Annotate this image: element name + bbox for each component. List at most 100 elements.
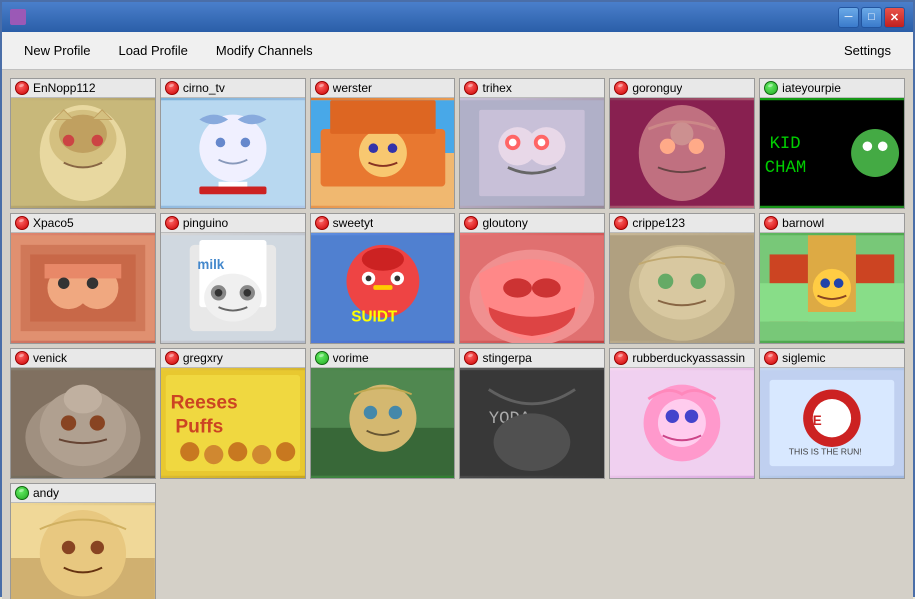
- channel-label-crippe123: crippe123: [610, 214, 754, 233]
- channel-thumb-vorime: [311, 368, 455, 478]
- channel-label-ennopp112: EnNopp112: [11, 79, 155, 98]
- svg-text:SUIDT: SUIDT: [351, 309, 398, 326]
- channel-label-sweetyt: sweetyt: [311, 214, 455, 233]
- status-icon-sweetyt: [315, 216, 329, 230]
- channel-thumb-sweetyt: SUIDT: [311, 233, 455, 343]
- channel-card-siglemic[interactable]: siglemic E THIS IS THE RUN!: [759, 348, 905, 479]
- status-icon-iateyourpie: [764, 81, 778, 95]
- channel-name-werster: werster: [333, 81, 372, 95]
- channel-card-andy[interactable]: andy: [10, 483, 156, 599]
- svg-text:KID: KID: [770, 135, 801, 154]
- maximize-button[interactable]: □: [861, 7, 882, 28]
- channel-label-rubberduckyassassin: rubberduckyassassin: [610, 349, 754, 368]
- status-icon-andy: [15, 486, 29, 500]
- channel-card-trihex[interactable]: trihex: [459, 78, 605, 209]
- channel-card-crippe123[interactable]: crippe123: [609, 213, 755, 344]
- svg-text:E: E: [813, 413, 822, 428]
- channel-thumb-siglemic: E THIS IS THE RUN!: [760, 368, 904, 478]
- channel-name-crippe123: crippe123: [632, 216, 685, 230]
- channel-card-werster[interactable]: werster: [310, 78, 456, 209]
- channel-thumb-pinguino: milk: [161, 233, 305, 343]
- status-icon-venick: [15, 351, 29, 365]
- channel-name-venick: venick: [33, 351, 67, 365]
- modify-channels-menu[interactable]: Modify Channels: [202, 37, 327, 64]
- channel-card-ennopp112[interactable]: EnNopp112: [10, 78, 156, 209]
- channel-thumb-xpaco5: [11, 233, 155, 343]
- channel-name-siglemic: siglemic: [782, 351, 825, 365]
- channel-name-stingerpa: stingerpa: [482, 351, 531, 365]
- channel-label-barnowl: barnowl: [760, 214, 904, 233]
- channel-name-ennopp112: EnNopp112: [33, 81, 96, 95]
- channel-name-rubberduckyassassin: rubberduckyassassin: [632, 351, 745, 365]
- channel-label-trihex: trihex: [460, 79, 604, 98]
- channel-name-sweetyt: sweetyt: [333, 216, 374, 230]
- channel-name-gloutony: gloutony: [482, 216, 527, 230]
- channel-label-vorime: vorime: [311, 349, 455, 368]
- channel-card-cirno_tv[interactable]: cirno_tv: [160, 78, 306, 209]
- channel-card-xpaco5[interactable]: Xpaco5: [10, 213, 156, 344]
- channel-card-goronguy[interactable]: goronguy: [609, 78, 755, 209]
- channel-label-venick: venick: [11, 349, 155, 368]
- channel-name-andy: andy: [33, 486, 59, 500]
- channel-thumb-rubberduckyassassin: [610, 368, 754, 478]
- channel-name-goronguy: goronguy: [632, 81, 682, 95]
- status-icon-barnowl: [764, 216, 778, 230]
- svg-text:milk: milk: [197, 257, 224, 272]
- channel-name-barnowl: barnowl: [782, 216, 824, 230]
- channel-name-trihex: trihex: [482, 81, 511, 95]
- channel-label-gregxry: gregxry: [161, 349, 305, 368]
- channel-label-cirno_tv: cirno_tv: [161, 79, 305, 98]
- channel-name-vorime: vorime: [333, 351, 369, 365]
- channel-label-pinguino: pinguino: [161, 214, 305, 233]
- channel-grid: EnNopp112 cirno_tv werster trihex: [2, 70, 913, 599]
- channel-label-werster: werster: [311, 79, 455, 98]
- status-icon-crippe123: [614, 216, 628, 230]
- status-icon-ennopp112: [15, 81, 29, 95]
- channel-name-xpaco5: Xpaco5: [33, 216, 74, 230]
- svg-text:Puffs: Puffs: [175, 417, 223, 438]
- channel-label-gloutony: gloutony: [460, 214, 604, 233]
- status-icon-xpaco5: [15, 216, 29, 230]
- channel-label-xpaco5: Xpaco5: [11, 214, 155, 233]
- channel-thumb-trihex: [460, 98, 604, 208]
- channel-card-stingerpa[interactable]: stingerpa YODA: [459, 348, 605, 479]
- settings-menu[interactable]: Settings: [830, 37, 905, 64]
- channel-card-rubberduckyassassin[interactable]: rubberduckyassassin: [609, 348, 755, 479]
- channel-name-iateyourpie: iateyourpie: [782, 81, 841, 95]
- channel-label-siglemic: siglemic: [760, 349, 904, 368]
- channel-name-cirno_tv: cirno_tv: [183, 81, 225, 95]
- svg-text:Reeses: Reeses: [170, 393, 237, 414]
- status-icon-trihex: [464, 81, 478, 95]
- channel-card-gregxry[interactable]: gregxry Reeses Puffs: [160, 348, 306, 479]
- svg-text:THIS IS THE RUN!: THIS IS THE RUN!: [789, 447, 862, 457]
- channel-card-pinguino[interactable]: pinguino milk: [160, 213, 306, 344]
- new-profile-menu[interactable]: New Profile: [10, 37, 104, 64]
- status-icon-gloutony: [464, 216, 478, 230]
- channel-thumb-venick: [11, 368, 155, 478]
- title-bar: ─ □ ✕: [2, 2, 913, 32]
- channel-card-vorime[interactable]: vorime: [310, 348, 456, 479]
- channel-card-iateyourpie[interactable]: iateyourpie KID CHAM: [759, 78, 905, 209]
- app-icon: [10, 9, 26, 25]
- minimize-button[interactable]: ─: [838, 7, 859, 28]
- channel-card-sweetyt[interactable]: sweetyt SUIDT: [310, 213, 456, 344]
- close-button[interactable]: ✕: [884, 7, 905, 28]
- channel-name-gregxry: gregxry: [183, 351, 223, 365]
- status-icon-rubberduckyassassin: [614, 351, 628, 365]
- channel-card-barnowl[interactable]: barnowl: [759, 213, 905, 344]
- menu-bar: New Profile Load Profile Modify Channels…: [2, 32, 913, 70]
- channel-card-gloutony[interactable]: gloutony: [459, 213, 605, 344]
- svg-text:CHAM: CHAM: [765, 159, 806, 178]
- channel-thumb-iateyourpie: KID CHAM: [760, 98, 904, 208]
- load-profile-menu[interactable]: Load Profile: [104, 37, 201, 64]
- channel-label-andy: andy: [11, 484, 155, 503]
- channel-label-iateyourpie: iateyourpie: [760, 79, 904, 98]
- status-icon-gregxry: [165, 351, 179, 365]
- channel-thumb-goronguy: [610, 98, 754, 208]
- channel-thumb-cirno_tv: [161, 98, 305, 208]
- status-icon-siglemic: [764, 351, 778, 365]
- window-controls: ─ □ ✕: [838, 7, 905, 28]
- channel-card-venick[interactable]: venick: [10, 348, 156, 479]
- channel-thumb-gloutony: [460, 233, 604, 343]
- status-icon-pinguino: [165, 216, 179, 230]
